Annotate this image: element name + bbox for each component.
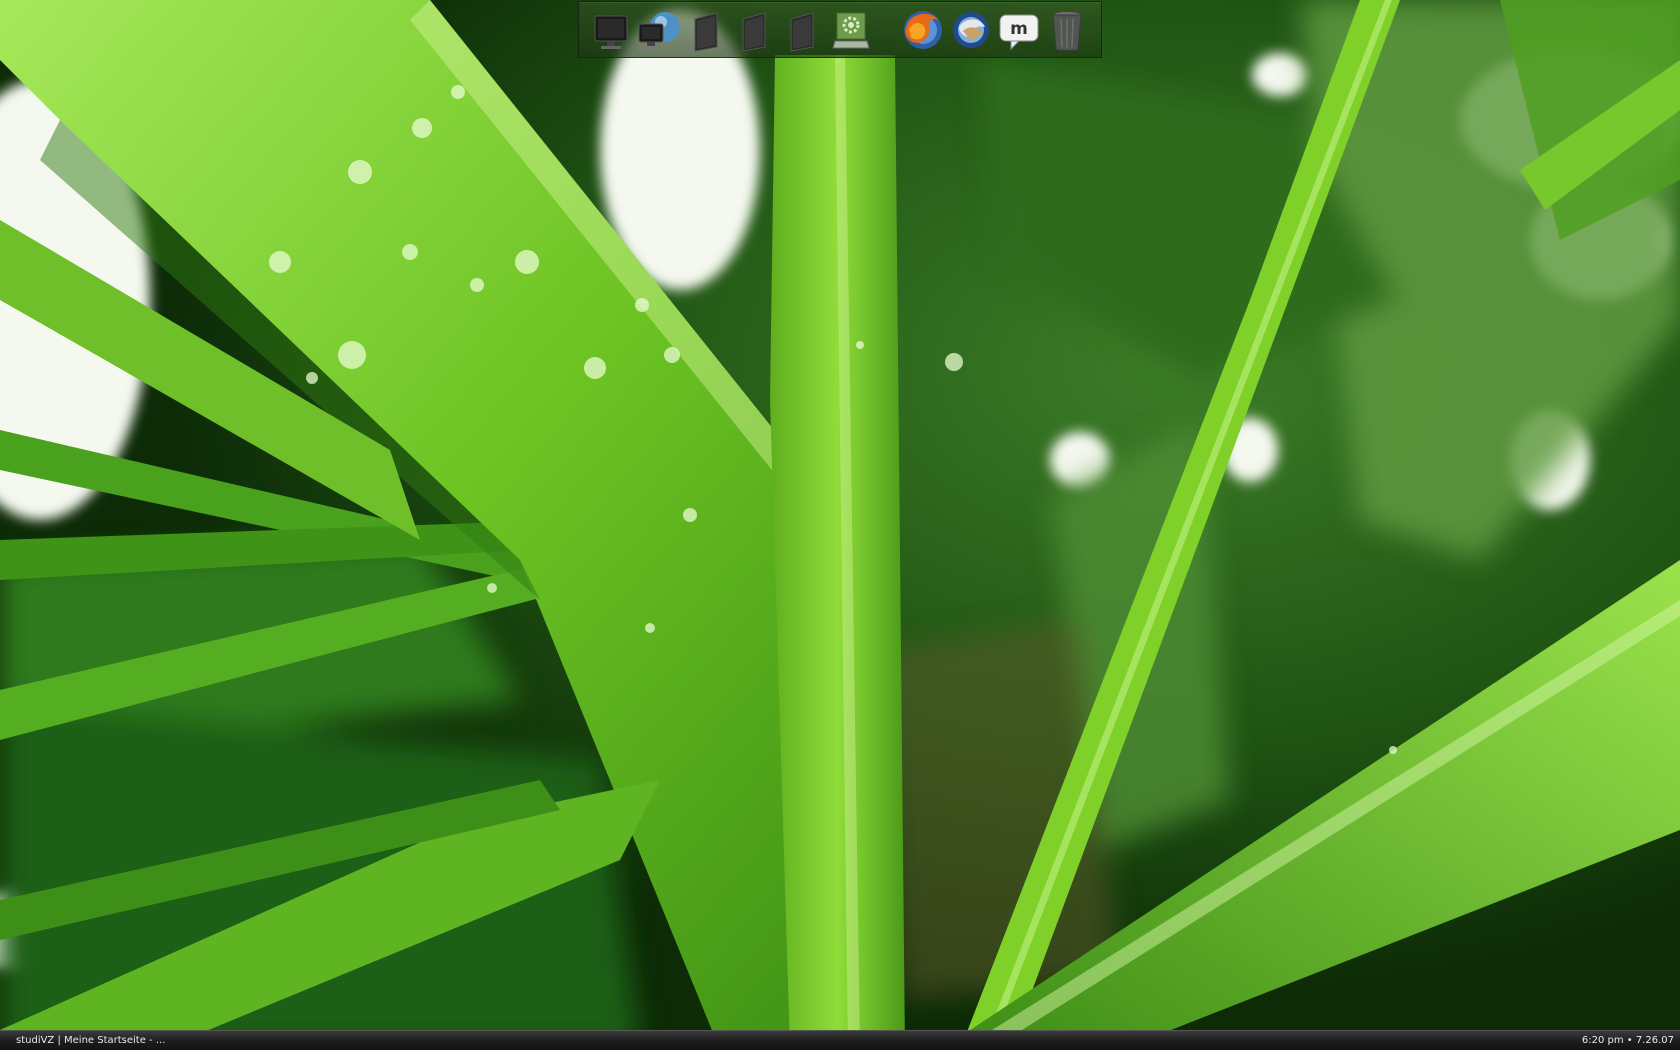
taskbar: studiVZ | Meine Startseite - ... 6:20 pm…	[0, 1030, 1680, 1050]
display-monitor-icon[interactable]	[589, 7, 633, 53]
svg-text:m: m	[1010, 19, 1028, 39]
taskbar-window-button[interactable]: studiVZ | Meine Startseite - ...	[16, 1034, 165, 1048]
system-preferences-icon[interactable]	[829, 7, 873, 53]
trash-icon[interactable]	[1045, 7, 1089, 53]
messenger-icon[interactable]: m	[997, 7, 1041, 53]
folder-drawer-icon[interactable]	[685, 7, 729, 53]
thunderbird-icon[interactable]	[949, 7, 993, 53]
firefox-icon[interactable]	[901, 7, 945, 53]
folder-drawer-icon[interactable]	[781, 7, 825, 53]
clock-date-display: 6:20 pm • 7.26.07	[1581, 1035, 1674, 1046]
dock: m	[578, 1, 1102, 58]
wallpaper-image	[0, 0, 1680, 1050]
network-globe-icon[interactable]	[637, 7, 681, 53]
folder-drawer-icon[interactable]	[733, 7, 777, 53]
desktop: m studiVZ | Meine Startseite - ... 6:20 …	[0, 0, 1680, 1050]
